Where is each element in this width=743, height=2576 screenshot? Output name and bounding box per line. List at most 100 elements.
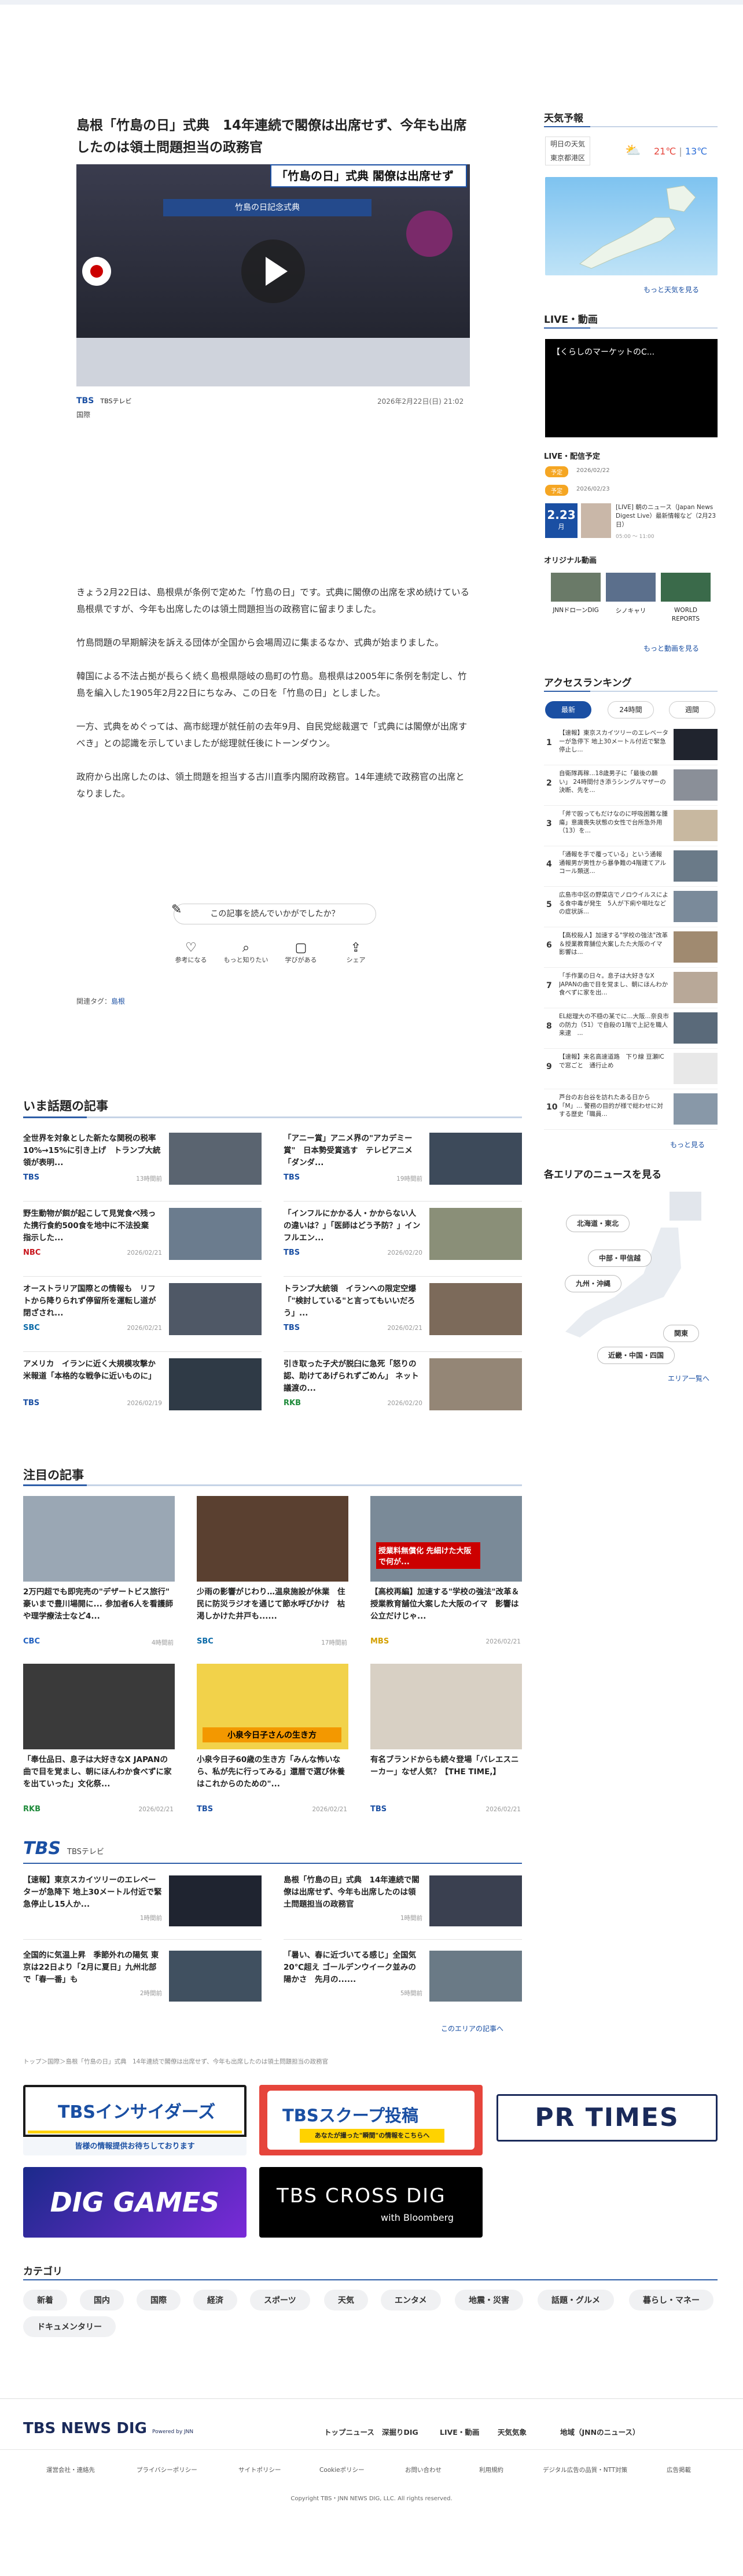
footer-nav-link[interactable]: 天気気象 bbox=[498, 2426, 527, 2437]
reaction-more[interactable]: ⌕ もっと知りたい bbox=[223, 941, 269, 964]
ranking-item[interactable]: 1 【速報】東京スカイツリーのエレベーターが急停下 地上30メートル付近で緊急停止… bbox=[544, 728, 718, 764]
list-item[interactable]: 【速報】東京スカイツリーのエレベーターが急降下 地上30メートル付近で緊急停止し… bbox=[23, 1870, 262, 1933]
footer-link[interactable]: お問い合わせ bbox=[405, 2466, 442, 2474]
area-button[interactable]: 関東 bbox=[663, 1325, 700, 1342]
list-item[interactable]: 島根「竹島の日」式典 14年連続で閣僚は出席せず、今年も出席したのは領土問題担当… bbox=[284, 1870, 522, 1933]
ranking-title: 【速報】来名高速道路 下り線 豆瀬ICで窓ごと 通行止め bbox=[559, 1053, 664, 1069]
category-chip[interactable]: ドキュメンタリー bbox=[23, 2316, 116, 2337]
original-thumb[interactable] bbox=[661, 573, 711, 602]
footer-nav-link[interactable]: LIVE・動画 bbox=[440, 2426, 479, 2437]
ranking-item[interactable]: 3 「斧で殴ってもだけなのに呼吸困難な腫瘍」意識喪失状態の女性で台所急外用（13）… bbox=[544, 809, 718, 845]
footer-nav-link[interactable]: 地域（JNNのニュース） bbox=[560, 2426, 639, 2437]
tbs-more-link[interactable]: このエリアの記事へ bbox=[441, 2024, 503, 2033]
category-chip[interactable]: 新着 bbox=[23, 2290, 67, 2310]
item-title: 島根「竹島の日」式典 14年連続で閣僚は出席せず、今年も出席したのは領土問題担当… bbox=[284, 1875, 420, 1909]
category-chip[interactable]: 国内 bbox=[80, 2290, 124, 2310]
ranking-tab-latest[interactable]: 最新 bbox=[545, 701, 591, 718]
reaction-bar: ♡ 参考になる ⌕ もっと知りたい ▢ 学びがある ⇪ シェア bbox=[168, 941, 382, 975]
category-chip[interactable]: 経済 bbox=[193, 2290, 237, 2310]
ranking-tab-24h[interactable]: 24時間 bbox=[608, 701, 654, 718]
item-date: 2026/02/21 bbox=[387, 1325, 422, 1332]
area-button[interactable]: 中部・甲信越 bbox=[588, 1250, 652, 1267]
list-item[interactable]: 「アニー賞」アニメ界の"アカデミー賞" 日本勢受賞逃す テレビアニメ「ダンダ..… bbox=[284, 1133, 522, 1197]
scoop-banner[interactable]: TBSスクープ投稿 あなたが撮った"瞬間"の情報をこちらへ bbox=[259, 2085, 483, 2155]
prtimes-banner[interactable]: PR TIMES bbox=[496, 2094, 718, 2142]
reaction-useful[interactable]: ♡ 参考になる bbox=[168, 941, 214, 964]
item-thumb bbox=[429, 1283, 522, 1335]
video-player[interactable]: 竹島の日記念式典 「竹島の日」式典 閣僚は出席せず bbox=[76, 164, 470, 386]
footer-link[interactable]: サイトポリシー bbox=[238, 2466, 281, 2474]
area-button[interactable]: 九州・沖縄 bbox=[565, 1275, 622, 1292]
list-item[interactable]: トランプ大統領 イランへの限定空爆「"検討している"と言ってもいいだろう」...… bbox=[284, 1283, 522, 1348]
footer-nav-link[interactable]: 深掘りDIG bbox=[382, 2426, 418, 2437]
footer-nav-link[interactable]: トップニュース bbox=[324, 2426, 374, 2437]
list-item[interactable]: 有名ブランドからも続々登場「バレエスニーカー」なぜ人気？【THE TIME,】 T… bbox=[370, 1664, 522, 1820]
ranking-more-link[interactable]: もっと見る bbox=[670, 1140, 705, 1149]
reaction-share[interactable]: ⇪ シェア bbox=[333, 941, 379, 964]
ranking-item[interactable]: 2 自衛隊再稼...18歳男子に「最後の願い」 24時間付き添うシングルマザーの決… bbox=[544, 768, 718, 804]
category-chip[interactable]: 地震・災害 bbox=[455, 2290, 523, 2310]
list-item[interactable]: 全国的に気温上昇 季節外れの陽気 東京は22日より「2月に夏日」九州北部で「春一… bbox=[23, 1945, 262, 2009]
footer-link[interactable]: 広告掲載 bbox=[667, 2466, 691, 2474]
weather-more-link[interactable]: もっと天気を見る bbox=[643, 285, 699, 294]
ranking-number: 5 bbox=[546, 900, 552, 909]
category-chip[interactable]: スポーツ bbox=[250, 2290, 310, 2310]
item-title: 【高校再編】加速する"学校の強法"改革＆授業教育舗位大案した大阪のイマ 影響は公… bbox=[370, 1587, 520, 1621]
category-chip[interactable]: 天気 bbox=[324, 2290, 368, 2310]
footer-logo[interactable]: TBS NEWS DIG Powered by JNN bbox=[23, 2420, 193, 2437]
category-chip[interactable]: 国際 bbox=[137, 2290, 181, 2310]
tag-link[interactable]: 島根 bbox=[111, 997, 125, 1005]
reaction-learn[interactable]: ▢ 学びがある bbox=[278, 941, 324, 964]
list-item[interactable]: 野生動物が餌が起こして見覚食べ残った携行食約500食を地中に不法投棄 指示した.… bbox=[23, 1208, 262, 1273]
article-category[interactable]: 国際 bbox=[76, 410, 90, 419]
footer-link[interactable]: 利用規約 bbox=[479, 2466, 503, 2474]
area-button[interactable]: 北海道・東北 bbox=[566, 1215, 630, 1232]
weather-location[interactable]: 明日の天気 東京都港区 bbox=[545, 137, 590, 165]
ranking-item[interactable]: 6 【高校殺人】加速する"学校の強法"改革＆授業教育舗位大案したた大阪のイマ 影響… bbox=[544, 930, 718, 966]
live-video[interactable]: 【くらしのマーケットのC... bbox=[545, 339, 718, 437]
list-item[interactable]: 少雨の影響がじわり…温泉施設が休業 住民に防災ラジオを通じて節水呼びかけ 枯渇し… bbox=[197, 1496, 348, 1652]
crossdig-banner[interactable]: TBS CROSS DIG with Bloomberg bbox=[259, 2167, 483, 2238]
item-thumb bbox=[429, 1875, 522, 1926]
ranking-item[interactable]: 7 「手作業の日々。息子は大好きなX JAPANの曲で目を覚まし、朝にほんわか食べ… bbox=[544, 971, 718, 1007]
footer-link[interactable]: 運営会社・連絡先 bbox=[46, 2466, 95, 2474]
ranking-item[interactable]: 5 広島市中区の野菜店でノロウイルスによる食中毒が発生 5人が下痢や嘔吐などの症状… bbox=[544, 890, 718, 926]
list-item[interactable]: 引き取った子犬が脱臼に急死「怒りの認、助けてあげられずごめん」 ネット議渡の..… bbox=[284, 1358, 522, 1423]
list-item[interactable]: 「インフルにかかる人・かからない人の違いは？」「医師はどう予防？」インフルエン.… bbox=[284, 1208, 522, 1273]
item-thumb bbox=[429, 1133, 522, 1185]
footer-link[interactable]: デジタル広告の品質・NTT対策 bbox=[543, 2466, 627, 2474]
list-item[interactable]: アメリカ イランに近く大規模攻撃か 米報道「本格的な戦争に近いものに」 TBS 20… bbox=[23, 1358, 262, 1423]
ranking-item[interactable]: 8 EL総理大の不穏の某でに...大阪...奈良市の防力（51）で自殺の1階で上記… bbox=[544, 1011, 718, 1047]
item-date: 2026/02/21 bbox=[312, 1806, 347, 1813]
list-item[interactable]: オーストラリア国際との情報も リフトから降りられず停留所を運転し道が閉ざされ..… bbox=[23, 1283, 262, 1348]
list-item[interactable]: 全世界を対象とした新たな関税の税率10%→15%に引き上げ トランプ大統領が表明… bbox=[23, 1133, 262, 1197]
ranking-item[interactable]: 4 「通報を手で覆っている」という通報 通報男が男性から暴争難の4階建てアルコール… bbox=[544, 849, 718, 885]
list-item[interactable]: 「奉仕品日、息子は大好きなX JAPANの曲で目を覚まし、朝にほんわか食べずに家… bbox=[23, 1664, 175, 1820]
category-chip[interactable]: 暮らし・マネー bbox=[629, 2290, 713, 2310]
play-icon[interactable] bbox=[241, 239, 305, 303]
diggames-banner[interactable]: DIG GAMES bbox=[23, 2167, 247, 2238]
video-caption: 「竹島の日」式典 閣僚は出席せず bbox=[270, 164, 467, 187]
area-more-link[interactable]: エリア一覧へ bbox=[668, 1373, 709, 1383]
list-item[interactable]: 小泉今日子さんの生き方 小泉今日子60歳の生き方「みんな怖いなら、私が先に行ってみ… bbox=[197, 1664, 348, 1820]
list-item[interactable]: 授業料無償化 先細けた大阪で何が... 【高校再編】加速する"学校の強法"改革＆授… bbox=[370, 1496, 522, 1652]
schedule-badge: 予定 bbox=[545, 485, 568, 496]
area-button[interactable]: 近畿・中国・四国 bbox=[597, 1347, 675, 1364]
list-item[interactable]: 「暑い、春に近づいてる感じ」全国気20℃超え ゴールデンウイーク並みの陽かさ 先… bbox=[284, 1945, 522, 2009]
original-more-link[interactable]: もっと動画を見る bbox=[643, 643, 699, 653]
footer-link[interactable]: Cookieポリシー bbox=[319, 2466, 365, 2474]
item-title: 2万円超でも即完売の"デザートビス旅行" 豪いまで豊川場開に... 参加者6人を… bbox=[23, 1587, 173, 1621]
weather-map[interactable] bbox=[545, 177, 718, 275]
category-chip[interactable]: 話題・グルメ bbox=[538, 2290, 614, 2310]
ranking-number: 6 bbox=[546, 941, 552, 950]
insiders-banner[interactable]: TBSインサイダーズ 皆様の情報提供お待ちしております bbox=[23, 2085, 247, 2155]
category-chip[interactable]: エンタメ bbox=[381, 2290, 441, 2310]
ranking-item[interactable]: 10 芦台のお台谷を訪れたある日から「M」... 警務の目的が様で総わせに対する歴… bbox=[544, 1092, 718, 1128]
original-thumb[interactable] bbox=[551, 573, 601, 602]
ranking-item[interactable]: 9 【速報】来名高速道路 下り線 豆瀬ICで窓ごと 通行止め bbox=[544, 1052, 718, 1088]
original-thumb[interactable] bbox=[606, 573, 656, 602]
schedule-item[interactable]: [LIVE] 朝のニュース（Japan News Digest Live）最新情… bbox=[616, 503, 718, 529]
ranking-tab-weekly[interactable]: 週間 bbox=[669, 701, 715, 718]
footer-link[interactable]: プライバシーポリシー bbox=[137, 2466, 197, 2474]
list-item[interactable]: 2万円超でも即完売の"デザートビス旅行" 豪いまで豊川場開に... 参加者6人を… bbox=[23, 1496, 175, 1652]
